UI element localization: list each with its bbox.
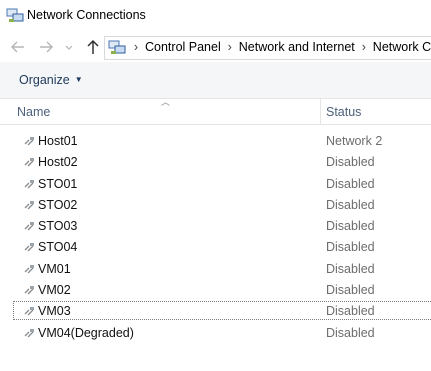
connection-name: VM03 (38, 304, 71, 319)
connection-name: VM01 (38, 261, 71, 276)
connection-list: Host01 Network 2 Host02 Disabled STO01 Disabl… (0, 131, 431, 344)
organize-button[interactable]: Organize ▼ (19, 73, 83, 87)
up-arrow-icon[interactable] (84, 38, 102, 56)
connection-status: Disabled (326, 197, 375, 212)
chevron-right-icon[interactable]: › (131, 40, 141, 54)
connection-status: Disabled (326, 325, 375, 340)
chevron-down-icon[interactable] (63, 38, 75, 56)
list-item[interactable]: VM02 Disabled (0, 280, 431, 301)
chevron-right-icon[interactable]: › (225, 40, 235, 54)
connection-status: Disabled (326, 261, 375, 276)
connection-name: Host01 (38, 134, 78, 148)
connection-name: Host02 (38, 155, 78, 170)
network-connections-icon (6, 8, 24, 22)
list-item[interactable]: VM04(Degraded) Disabled (0, 323, 431, 344)
caret-down-icon: ▼ (74, 75, 83, 84)
network-connections-icon (108, 40, 126, 54)
column-header-name[interactable]: Name (17, 105, 50, 119)
sort-ascending-icon: ︿ (161, 97, 171, 107)
connection-name: STO01 (38, 176, 78, 191)
command-bar: Organize ▼ (0, 62, 431, 99)
connection-name: VM04(Degraded) (38, 325, 134, 340)
network-adapter-icon (24, 158, 34, 167)
connection-name: VM02 (38, 283, 71, 298)
network-adapter-icon (24, 179, 34, 189)
back-arrow-icon[interactable] (9, 38, 27, 56)
connection-status: Disabled (326, 155, 375, 170)
list-item[interactable]: Host01 Network 2 (0, 131, 431, 152)
network-adapter-icon (24, 200, 34, 210)
connection-status: Disabled (326, 176, 375, 191)
column-divider[interactable] (320, 98, 321, 124)
address-bar[interactable]: › Control Panel › Network and Internet › Netw… (104, 36, 431, 60)
connection-status: Disabled (326, 304, 375, 319)
forward-arrow-icon[interactable] (37, 38, 55, 56)
connection-status: Network 2 (326, 134, 383, 148)
connection-status: Disabled (326, 219, 375, 234)
network-adapter-icon (24, 307, 34, 316)
breadcrumb-network-connections[interactable]: Network Co (373, 40, 431, 54)
chevron-right-icon[interactable]: › (359, 40, 369, 54)
network-adapter-icon (24, 137, 34, 146)
connection-name: STO03 (38, 219, 78, 234)
network-adapter-icon (24, 328, 34, 338)
connection-status: Disabled (326, 240, 375, 255)
network-adapter-icon (24, 243, 34, 252)
network-adapter-icon (24, 286, 34, 295)
list-item[interactable]: STO03 Disabled (0, 216, 431, 237)
list-item[interactable]: VM01 Disabled (0, 259, 431, 280)
list-item[interactable]: STO04 Disabled (0, 237, 431, 258)
connection-name: STO04 (38, 240, 78, 255)
list-item[interactable]: Host02 Disabled (0, 152, 431, 173)
breadcrumb-network-and-internet[interactable]: Network and Internet (239, 40, 355, 54)
list-item[interactable]: STO02 Disabled (0, 195, 431, 216)
window-title: Network Connections (27, 8, 146, 22)
breadcrumb: › Control Panel › Network and Internet › Netw… (127, 40, 431, 54)
list-item[interactable]: VM03 Disabled (0, 301, 431, 322)
network-adapter-icon (24, 222, 34, 231)
connection-name: STO02 (38, 197, 78, 212)
organize-label: Organize (19, 73, 70, 87)
breadcrumb-control-panel[interactable]: Control Panel (145, 40, 221, 54)
title-bar: Network Connections (0, 0, 431, 32)
column-header-status[interactable]: Status (326, 105, 361, 119)
network-adapter-icon (24, 264, 34, 274)
column-header-row: ︿ Name Status (0, 97, 431, 125)
list-item[interactable]: STO01 Disabled (0, 174, 431, 195)
connection-status: Disabled (326, 283, 375, 298)
navigation-bar: › Control Panel › Network and Internet › Netw… (0, 32, 431, 62)
